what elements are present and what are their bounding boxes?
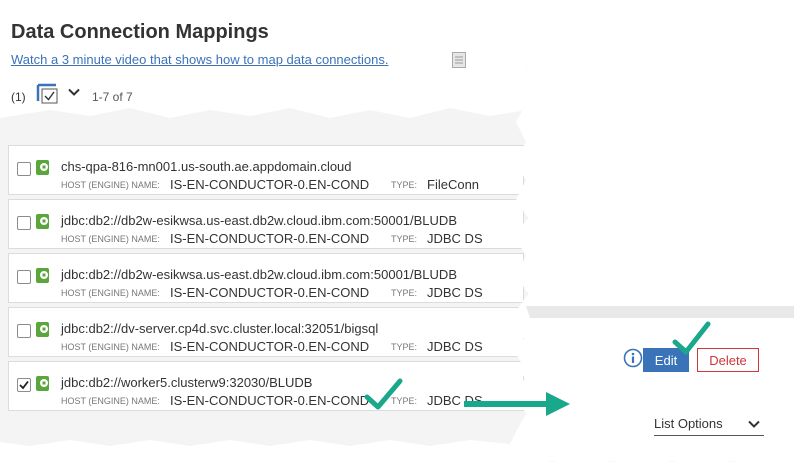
row-checkbox[interactable] <box>17 270 31 284</box>
connection-list: chs-qpa-816-mn001.us-south.ae.appdomain.… <box>8 145 524 415</box>
row-checkbox-checked[interactable] <box>17 378 31 392</box>
host-label: HOST (ENGINE) NAME: <box>61 288 160 298</box>
row-checkbox[interactable] <box>17 324 31 338</box>
results-range: 1-7 of 7 <box>92 90 133 104</box>
host-value: IS-EN-CONDUCTOR-0.EN-COND <box>170 231 370 246</box>
list-options-underline <box>654 435 764 436</box>
type-label: TYPE: <box>391 234 418 244</box>
host-label: HOST (ENGINE) NAME: <box>61 342 160 352</box>
actions-panel: Edit Delete List Options <box>518 306 794 462</box>
list-item[interactable]: jdbc:db2://db2w-esikwsa.us-east.db2w.clo… <box>8 253 524 303</box>
connection-name[interactable]: jdbc:db2://db2w-esikwsa.us-east.db2w.clo… <box>61 213 457 228</box>
database-connection-icon <box>36 376 49 391</box>
annotation-checkmark-icon <box>364 378 403 410</box>
host-value: IS-EN-CONDUCTOR-0.EN-COND <box>170 393 370 408</box>
document-icon[interactable] <box>452 52 466 68</box>
connections-panel: Data Connection Mappings Watch a 3 minut… <box>0 0 528 446</box>
list-options-dropdown[interactable]: List Options <box>654 416 723 431</box>
row-checkbox[interactable] <box>17 216 31 230</box>
annotation-arrow-icon <box>464 392 570 416</box>
host-value: IS-EN-CONDUCTOR-0.EN-COND <box>170 339 370 354</box>
video-link[interactable]: Watch a 3 minute video that shows how to… <box>11 52 388 67</box>
info-icon[interactable] <box>623 348 643 368</box>
annotation-checkmark-icon <box>672 321 711 355</box>
host-label: HOST (ENGINE) NAME: <box>61 396 160 406</box>
page-title: Data Connection Mappings <box>11 21 269 43</box>
list-item-selected[interactable]: jdbc:db2://worker5.clusterw9:32030/BLUDB… <box>8 361 524 411</box>
connection-name[interactable]: jdbc:db2://worker5.clusterw9:32030/BLUDB <box>61 375 312 390</box>
host-label: HOST (ENGINE) NAME: <box>61 180 160 190</box>
database-connection-icon <box>36 214 49 229</box>
connection-name[interactable]: chs-qpa-816-mn001.us-south.ae.appdomain.… <box>61 159 352 174</box>
list-item[interactable]: jdbc:db2://dv-server.cp4d.svc.cluster.lo… <box>8 307 524 357</box>
chevron-down-icon[interactable] <box>748 420 760 428</box>
screenshot-stage: Data Connection Mappings Watch a 3 minut… <box>0 0 794 466</box>
type-value: JDBC DS <box>427 285 483 300</box>
type-label: TYPE: <box>391 180 418 190</box>
row-checkbox[interactable] <box>17 162 31 176</box>
host-value: IS-EN-CONDUCTOR-0.EN-COND <box>170 177 370 192</box>
connection-name[interactable]: jdbc:db2://dv-server.cp4d.svc.cluster.lo… <box>61 321 378 336</box>
database-connection-icon <box>36 160 49 175</box>
host-value: IS-EN-CONDUCTOR-0.EN-COND <box>170 285 370 300</box>
checkmark-icon <box>19 380 29 390</box>
connection-name[interactable]: jdbc:db2://db2w-esikwsa.us-east.db2w.clo… <box>61 267 457 282</box>
type-value: JDBC DS <box>427 339 483 354</box>
type-value: JDBC DS <box>427 231 483 246</box>
type-value: FileConn <box>427 177 480 192</box>
select-checkbox-icon[interactable] <box>36 83 60 105</box>
database-connection-icon <box>36 268 49 283</box>
type-label: TYPE: <box>391 288 418 298</box>
database-connection-icon <box>36 322 49 337</box>
panel-top-band <box>518 306 794 318</box>
type-label: TYPE: <box>391 342 418 352</box>
list-item[interactable]: chs-qpa-816-mn001.us-south.ae.appdomain.… <box>8 145 524 195</box>
host-label: HOST (ENGINE) NAME: <box>61 234 160 244</box>
selected-count: (1) <box>11 90 26 104</box>
chevron-down-icon[interactable] <box>68 88 80 96</box>
list-item[interactable]: jdbc:db2://db2w-esikwsa.us-east.db2w.clo… <box>8 199 524 249</box>
page-header: Data Connection Mappings Watch a 3 minut… <box>0 0 528 118</box>
